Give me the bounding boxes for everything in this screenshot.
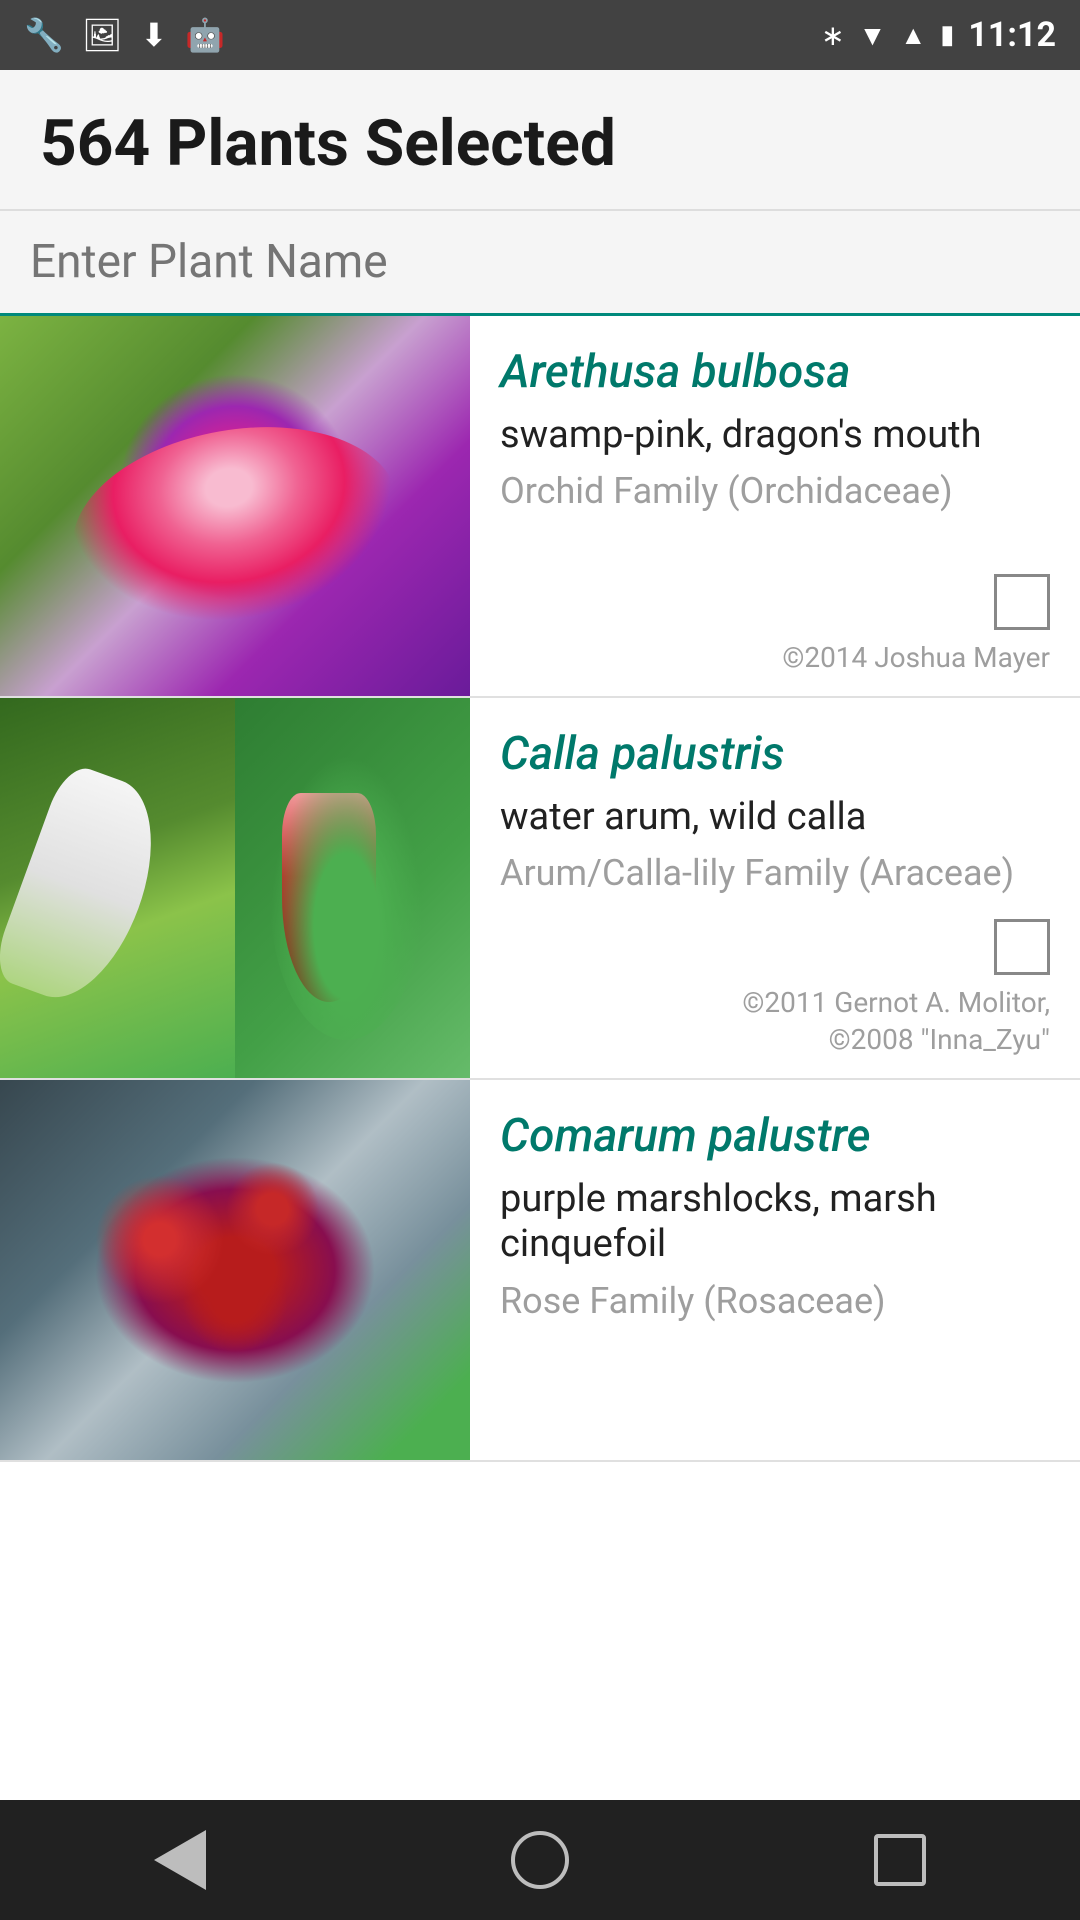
plant-copyright: ©2011 Gernot A. Molitor, ©2008 "Inna_Zyu…: [742, 985, 1050, 1058]
plant-scientific-name: Arethusa bulbosa: [500, 346, 1050, 399]
plant-family: Arum/Calla-lily Family (Araceae): [500, 852, 1050, 895]
plant-image-container[interactable]: [0, 1080, 470, 1460]
plant-info: Comarum palustre purple marshlocks, mars…: [470, 1080, 1080, 1460]
wifi-icon: ▼: [859, 19, 887, 52]
plant-family: Orchid Family (Orchidaceae): [500, 470, 1050, 513]
status-time: 11:12: [968, 15, 1056, 55]
recents-icon: [874, 1834, 926, 1886]
nav-back-button[interactable]: [130, 1820, 230, 1900]
nav-recents-button[interactable]: [850, 1820, 950, 1900]
wrench-icon: 🔧: [24, 16, 64, 54]
plant-common-name: swamp-pink, dragon's mouth: [500, 413, 1050, 459]
nav-home-button[interactable]: [490, 1820, 590, 1900]
copyright-line1: ©2011 Gernot A. Molitor,: [742, 986, 1050, 1019]
nav-bar: [0, 1800, 1080, 1920]
plant-checkbox[interactable]: [994, 919, 1050, 975]
plant-info: Arethusa bulbosa swamp-pink, dragon's mo…: [470, 316, 1080, 696]
list-item: Arethusa bulbosa swamp-pink, dragon's mo…: [0, 316, 1080, 698]
status-icons-left: 🔧 🖼 ⬇ 🤖: [24, 16, 225, 54]
plant-scientific-name: Comarum palustre: [500, 1110, 1050, 1163]
search-input[interactable]: [20, 211, 1060, 313]
plant-family: Rose Family (Rosaceae): [500, 1280, 1050, 1323]
download-icon: ⬇: [140, 16, 167, 54]
plant-common-name: water arum, wild calla: [500, 795, 1050, 841]
plant-image: [0, 316, 470, 696]
android-icon: 🤖: [185, 16, 225, 54]
plant-image-container[interactable]: [0, 316, 470, 696]
plant-common-name: purple marshlocks, marsh cinquefoil: [500, 1177, 1050, 1268]
plant-image-container[interactable]: [0, 698, 470, 1078]
plant-image-left: [0, 698, 235, 1078]
status-bar: 🔧 🖼 ⬇ 🤖 ∗ ▼ ▲ ▮ 11:12: [0, 0, 1080, 70]
header: 564 Plants Selected: [0, 70, 1080, 211]
bluetooth-icon: ∗: [821, 19, 844, 52]
plant-checkbox[interactable]: [994, 574, 1050, 630]
image-icon: 🖼: [82, 16, 123, 54]
copyright-line2: ©2008 "Inna_Zyu": [829, 1023, 1050, 1056]
plant-copyright: ©2014 Joshua Mayer: [782, 640, 1050, 676]
back-icon: [154, 1830, 206, 1890]
plant-info: Calla palustris water arum, wild calla A…: [470, 698, 1080, 1078]
plant-list: Arethusa bulbosa swamp-pink, dragon's mo…: [0, 316, 1080, 1800]
home-icon: [511, 1831, 569, 1889]
plant-image: [0, 1080, 470, 1460]
signal-icon: ▲: [900, 20, 926, 51]
list-item: Comarum palustre purple marshlocks, mars…: [0, 1080, 1080, 1462]
list-item: Calla palustris water arum, wild calla A…: [0, 698, 1080, 1080]
battery-icon: ▮: [940, 20, 954, 50]
status-icons-right: ∗ ▼ ▲ ▮ 11:12: [821, 15, 1056, 55]
plant-image-right: [235, 698, 470, 1078]
page-title: 564 Plants Selected: [40, 106, 1040, 181]
search-container[interactable]: [0, 211, 1080, 316]
plant-scientific-name: Calla palustris: [500, 728, 1050, 781]
